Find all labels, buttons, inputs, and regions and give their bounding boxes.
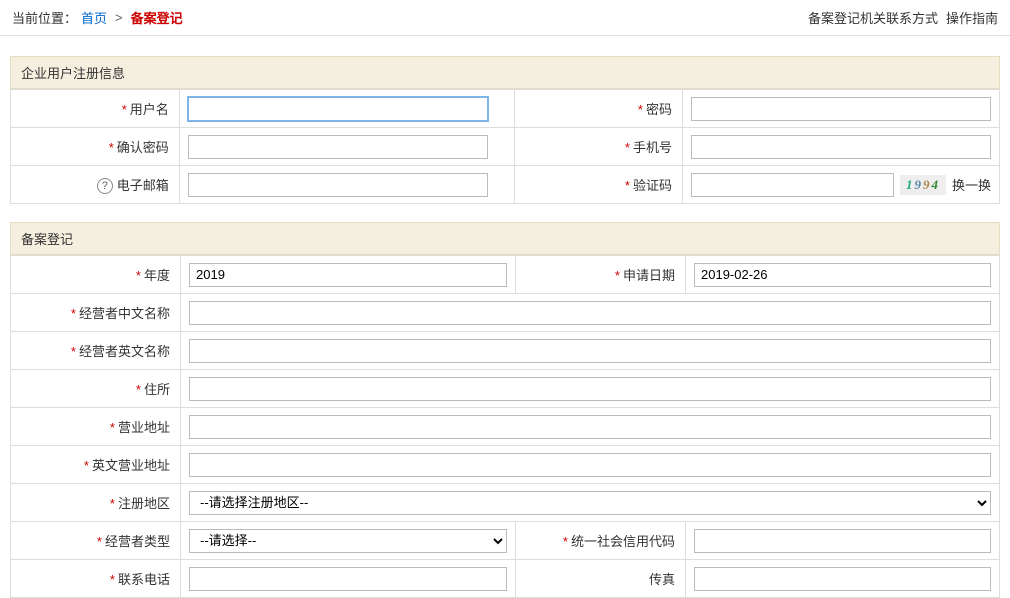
captcha-input[interactable] bbox=[691, 173, 894, 197]
operator-type-label: *经营者类型 bbox=[11, 522, 181, 560]
operator-type-select[interactable]: --请选择-- bbox=[189, 529, 507, 553]
apply-date-label: *申请日期 bbox=[516, 256, 686, 294]
breadcrumb-current: 备案登记 bbox=[131, 8, 183, 27]
residence-input[interactable] bbox=[189, 377, 991, 401]
captcha-label: *验证码 bbox=[514, 166, 682, 204]
mobile-label: *手机号 bbox=[514, 128, 682, 166]
username-input[interactable] bbox=[188, 97, 488, 121]
operator-en-input[interactable] bbox=[189, 339, 991, 363]
breadcrumb-sep: > bbox=[115, 10, 123, 25]
breadcrumb-label: 当前位置： bbox=[12, 8, 77, 27]
residence-label: *住所 bbox=[11, 370, 181, 408]
mobile-input[interactable] bbox=[691, 135, 991, 159]
breadcrumb: 当前位置： 首页 > 备案登记 bbox=[12, 8, 183, 27]
section1-header: 企业用户注册信息 bbox=[10, 56, 1000, 89]
guide-link[interactable]: 操作指南 bbox=[946, 8, 998, 27]
confirm-password-input[interactable] bbox=[188, 135, 488, 159]
help-icon[interactable]: ? bbox=[97, 178, 113, 194]
topbar: 当前位置： 首页 > 备案登记 备案登记机关联系方式 操作指南 bbox=[0, 0, 1010, 36]
operator-cn-input[interactable] bbox=[189, 301, 991, 325]
confirm-password-label: *确认密码 bbox=[11, 128, 180, 166]
phone-input[interactable] bbox=[189, 567, 507, 591]
fax-label: 传真 bbox=[516, 560, 686, 598]
phone-label: *联系电话 bbox=[11, 560, 181, 598]
operator-cn-label: *经营者中文名称 bbox=[11, 294, 181, 332]
uscc-label: *统一社会信用代码 bbox=[516, 522, 686, 560]
username-label: *用户名 bbox=[11, 90, 180, 128]
fax-input[interactable] bbox=[694, 567, 991, 591]
section2-table: *年度 *申请日期 *经营者中文名称 *经营者英文名称 *住所 *营业地址 *英… bbox=[10, 255, 1000, 598]
biz-addr-en-label: *英文营业地址 bbox=[11, 446, 181, 484]
biz-addr-en-input[interactable] bbox=[189, 453, 991, 477]
apply-date-input[interactable] bbox=[694, 263, 991, 287]
email-input[interactable] bbox=[188, 173, 488, 197]
captcha-image[interactable]: 1994 bbox=[900, 175, 946, 195]
reg-area-label: *注册地区 bbox=[11, 484, 181, 522]
reg-area-select[interactable]: --请选择注册地区-- bbox=[189, 491, 991, 515]
breadcrumb-home-link[interactable]: 首页 bbox=[81, 8, 107, 27]
biz-addr-input[interactable] bbox=[189, 415, 991, 439]
top-links: 备案登记机关联系方式 操作指南 bbox=[808, 8, 998, 27]
year-input[interactable] bbox=[189, 263, 507, 287]
email-label: ?电子邮箱 bbox=[11, 166, 180, 204]
uscc-input[interactable] bbox=[694, 529, 991, 553]
content: 企业用户注册信息 *用户名 *密码 *确认密码 *手机号 ?电子邮箱 *验证码 … bbox=[0, 36, 1010, 598]
contact-link[interactable]: 备案登记机关联系方式 bbox=[808, 8, 938, 27]
operator-en-label: *经营者英文名称 bbox=[11, 332, 181, 370]
section2-header: 备案登记 bbox=[10, 222, 1000, 255]
section1-table: *用户名 *密码 *确认密码 *手机号 ?电子邮箱 *验证码 1994 换一换 bbox=[10, 89, 1000, 204]
captcha-swap-link[interactable]: 换一换 bbox=[952, 175, 991, 194]
password-label: *密码 bbox=[514, 90, 682, 128]
year-label: *年度 bbox=[11, 256, 181, 294]
biz-addr-label: *营业地址 bbox=[11, 408, 181, 446]
password-input[interactable] bbox=[691, 97, 991, 121]
